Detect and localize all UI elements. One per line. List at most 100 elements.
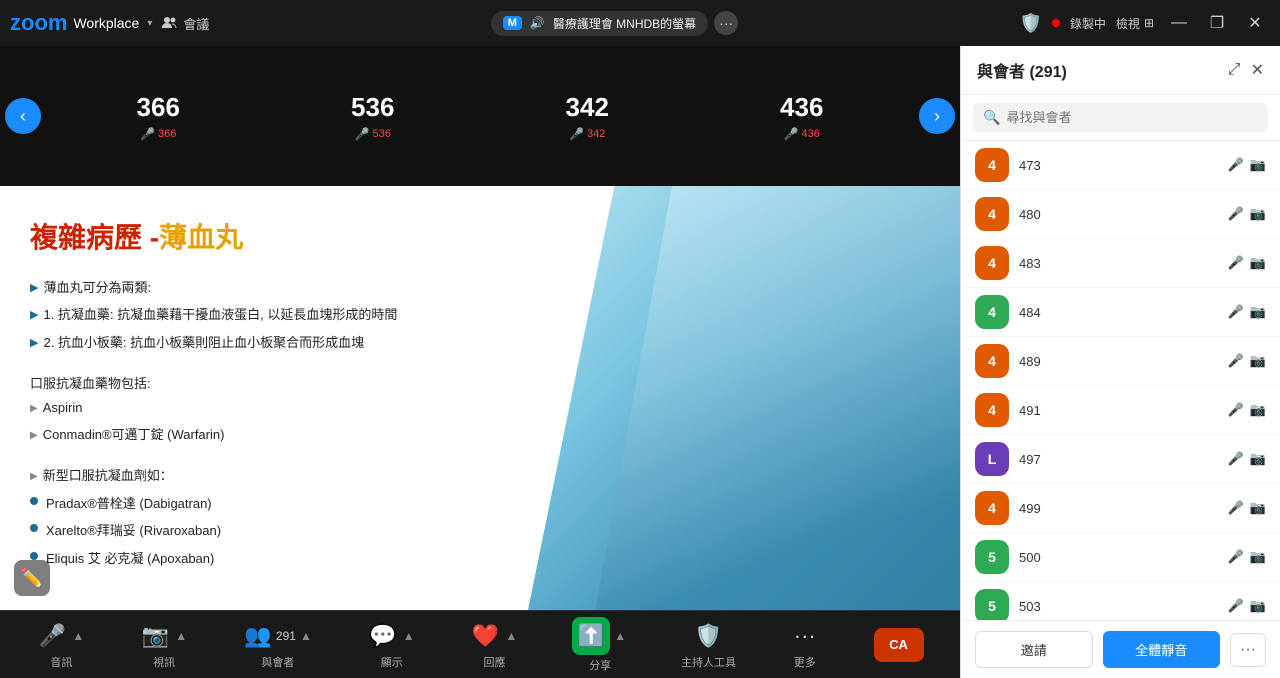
video-icon-8[interactable]: 📷 bbox=[1250, 549, 1266, 565]
audio-label: 音訊 bbox=[50, 654, 72, 670]
video-icon-2[interactable]: 📷 bbox=[1250, 255, 1266, 271]
toolbar-end-group: CA bbox=[874, 628, 924, 662]
more-label: 更多 bbox=[794, 654, 816, 670]
end-button[interactable]: CA bbox=[874, 628, 924, 662]
invite-button[interactable]: 邀請 bbox=[975, 631, 1093, 668]
audio-btn-row: 🎤 ▲ bbox=[36, 620, 86, 652]
avatar-3: 4 bbox=[975, 295, 1009, 329]
video-icon-0[interactable]: 📷 bbox=[1250, 157, 1266, 173]
strip-next-button[interactable]: › bbox=[919, 98, 955, 134]
zoom-logo-icon: zoom bbox=[10, 10, 67, 36]
search-input[interactable] bbox=[1006, 110, 1258, 125]
host-button[interactable]: 🛡️ bbox=[693, 620, 725, 652]
reaction-caret[interactable]: ▲ bbox=[503, 622, 519, 650]
strip-prev-button[interactable]: ‹ bbox=[5, 98, 41, 134]
mic-muted-icon-3[interactable]: 🎤 bbox=[1228, 304, 1244, 320]
video-icon-4[interactable]: 📷 bbox=[1250, 353, 1266, 369]
strip-participant-0: 366 🎤 366 bbox=[137, 92, 180, 141]
bullet-text-1: 1. 抗凝血藥: 抗凝血藥藉干擾血液蛋白, 以延長血塊形成的時間 bbox=[43, 303, 397, 326]
chat-btn-row: 💬 ▲ bbox=[367, 620, 417, 652]
panel-header: 與會者 (291) ⤢ ✕ bbox=[961, 46, 1280, 95]
arrow-icon-1: ▶ bbox=[30, 306, 38, 326]
view-grid-icon: ⊞ bbox=[1144, 16, 1154, 30]
strip-count-0: 366 bbox=[158, 128, 176, 140]
video-icon-5[interactable]: 📷 bbox=[1250, 402, 1266, 418]
topbar-right: 🛡️ 錄製中 檢視 ⊞ — ❐ ✕ bbox=[1019, 8, 1270, 38]
bullet-0: ▶ 薄血丸可分為兩類: bbox=[30, 276, 546, 299]
list1-text-1: Conmadin®可邁丁錠 (Warfarin) bbox=[43, 423, 225, 446]
mic-muted-icon-4[interactable]: 🎤 bbox=[1228, 353, 1244, 369]
list1-1: ▶ Conmadin®可邁丁錠 (Warfarin) bbox=[30, 423, 546, 446]
end-label: CA bbox=[889, 637, 908, 652]
mic-muted-icon-1[interactable]: 🎤 bbox=[1228, 206, 1244, 222]
video-icon-6[interactable]: 📷 bbox=[1250, 451, 1266, 467]
participant-row-3: 4 484 🎤 📷 bbox=[961, 288, 1280, 337]
close-button[interactable]: ✕ bbox=[1240, 8, 1270, 38]
strip-participant-3: 436 🎤 436 bbox=[780, 92, 823, 141]
participants-button[interactable]: 👥 bbox=[242, 620, 274, 652]
avatar-1: 4 bbox=[975, 197, 1009, 231]
participant-icons-4: 🎤 📷 bbox=[1228, 353, 1266, 369]
mic-muted-icon-7[interactable]: 🎤 bbox=[1228, 500, 1244, 516]
annotation-button[interactable]: ✏️ bbox=[14, 560, 50, 596]
mic-red-icon-0: 🎤 bbox=[140, 127, 155, 141]
active-tab[interactable]: M 🔊 醫療護理會 MNHDB的螢幕 bbox=[491, 11, 708, 36]
mic-muted-icon-8[interactable]: 🎤 bbox=[1228, 549, 1244, 565]
main-area: ‹ 366 🎤 366 536 🎤 536 34 bbox=[0, 46, 1280, 678]
minimize-button[interactable]: — bbox=[1164, 8, 1194, 38]
tab-title: 醫療護理會 MNHDB的螢幕 bbox=[553, 15, 696, 32]
participant-row-9: 5 503 🎤 📷 bbox=[961, 582, 1280, 620]
logo-text: Workplace bbox=[73, 15, 139, 31]
section2-text: 新型口服抗凝血劑如： bbox=[43, 464, 173, 487]
strip-count-1: 536 bbox=[373, 128, 391, 140]
video-icon-1[interactable]: 📷 bbox=[1250, 206, 1266, 222]
search-box: 🔍 bbox=[973, 103, 1268, 132]
more-button[interactable]: ··· bbox=[789, 620, 821, 652]
reaction-button[interactable]: ❤️ bbox=[469, 620, 501, 652]
participant-icons-5: 🎤 📷 bbox=[1228, 402, 1266, 418]
view-button[interactable]: 檢視 ⊞ bbox=[1116, 15, 1154, 32]
participant-row-1: 4 480 🎤 📷 bbox=[961, 190, 1280, 239]
panel-more-button[interactable]: ··· bbox=[1230, 633, 1266, 667]
video-icon-9[interactable]: 📷 bbox=[1250, 598, 1266, 614]
strip-count-3: 436 bbox=[802, 128, 820, 140]
mic-muted-icon-9[interactable]: 🎤 bbox=[1228, 598, 1244, 614]
video-button[interactable]: 📷 bbox=[139, 620, 171, 652]
audio-caret[interactable]: ▲ bbox=[70, 622, 86, 650]
mute-all-button[interactable]: 全體靜音 bbox=[1103, 631, 1221, 668]
chat-button[interactable]: 💬 bbox=[367, 620, 399, 652]
tab-more-button[interactable]: ··· bbox=[714, 11, 738, 35]
section-gap-1 bbox=[30, 358, 546, 372]
video-icon-3[interactable]: 📷 bbox=[1250, 304, 1266, 320]
participant-icons-2: 🎤 📷 bbox=[1228, 255, 1266, 271]
panel-close-button[interactable]: ✕ bbox=[1251, 60, 1264, 80]
share-button[interactable]: ⬆️ bbox=[572, 617, 610, 655]
chat-caret[interactable]: ▲ bbox=[401, 622, 417, 650]
strip-number-3: 436 bbox=[780, 92, 823, 123]
avatar-9: 5 bbox=[975, 589, 1009, 620]
meeting-button[interactable]: 會議 bbox=[162, 14, 209, 33]
mic-muted-icon-2[interactable]: 🎤 bbox=[1228, 255, 1244, 271]
tab-area: M 🔊 醫療護理會 MNHDB的螢幕 ··· bbox=[219, 11, 1009, 36]
share-caret[interactable]: ▲ bbox=[612, 622, 628, 650]
panel-popout-button[interactable]: ⤢ bbox=[1228, 60, 1241, 80]
mic-muted-icon-6[interactable]: 🎤 bbox=[1228, 451, 1244, 467]
slide-area: 複雜病歷 -薄血丸 ▶ 薄血丸可分為兩類: ▶ 1. 抗凝血藥: 抗凝血藥藉干擾… bbox=[0, 186, 960, 610]
mic-muted-icon-5[interactable]: 🎤 bbox=[1228, 402, 1244, 418]
avatar-4: 4 bbox=[975, 344, 1009, 378]
participant-icons-6: 🎤 📷 bbox=[1228, 451, 1266, 467]
participant-name-3: 484 bbox=[1019, 305, 1218, 320]
participant-row-6: L 497 🎤 📷 bbox=[961, 435, 1280, 484]
search-icon: 🔍 bbox=[983, 109, 1000, 126]
audio-button[interactable]: 🎤 bbox=[36, 620, 68, 652]
mic-muted-icon-0[interactable]: 🎤 bbox=[1228, 157, 1244, 173]
dot-icon-0 bbox=[30, 497, 38, 505]
video-caret[interactable]: ▲ bbox=[173, 622, 189, 650]
logo-dropdown-arrow[interactable]: ▾ bbox=[147, 18, 152, 29]
panel-count: (291) bbox=[1029, 64, 1066, 81]
participants-caret[interactable]: ▲ bbox=[298, 622, 314, 650]
restore-button[interactable]: ❐ bbox=[1202, 8, 1232, 38]
video-icon-7[interactable]: 📷 bbox=[1250, 500, 1266, 516]
participant-row-2: 4 483 🎤 📷 bbox=[961, 239, 1280, 288]
participant-name-5: 491 bbox=[1019, 403, 1218, 418]
